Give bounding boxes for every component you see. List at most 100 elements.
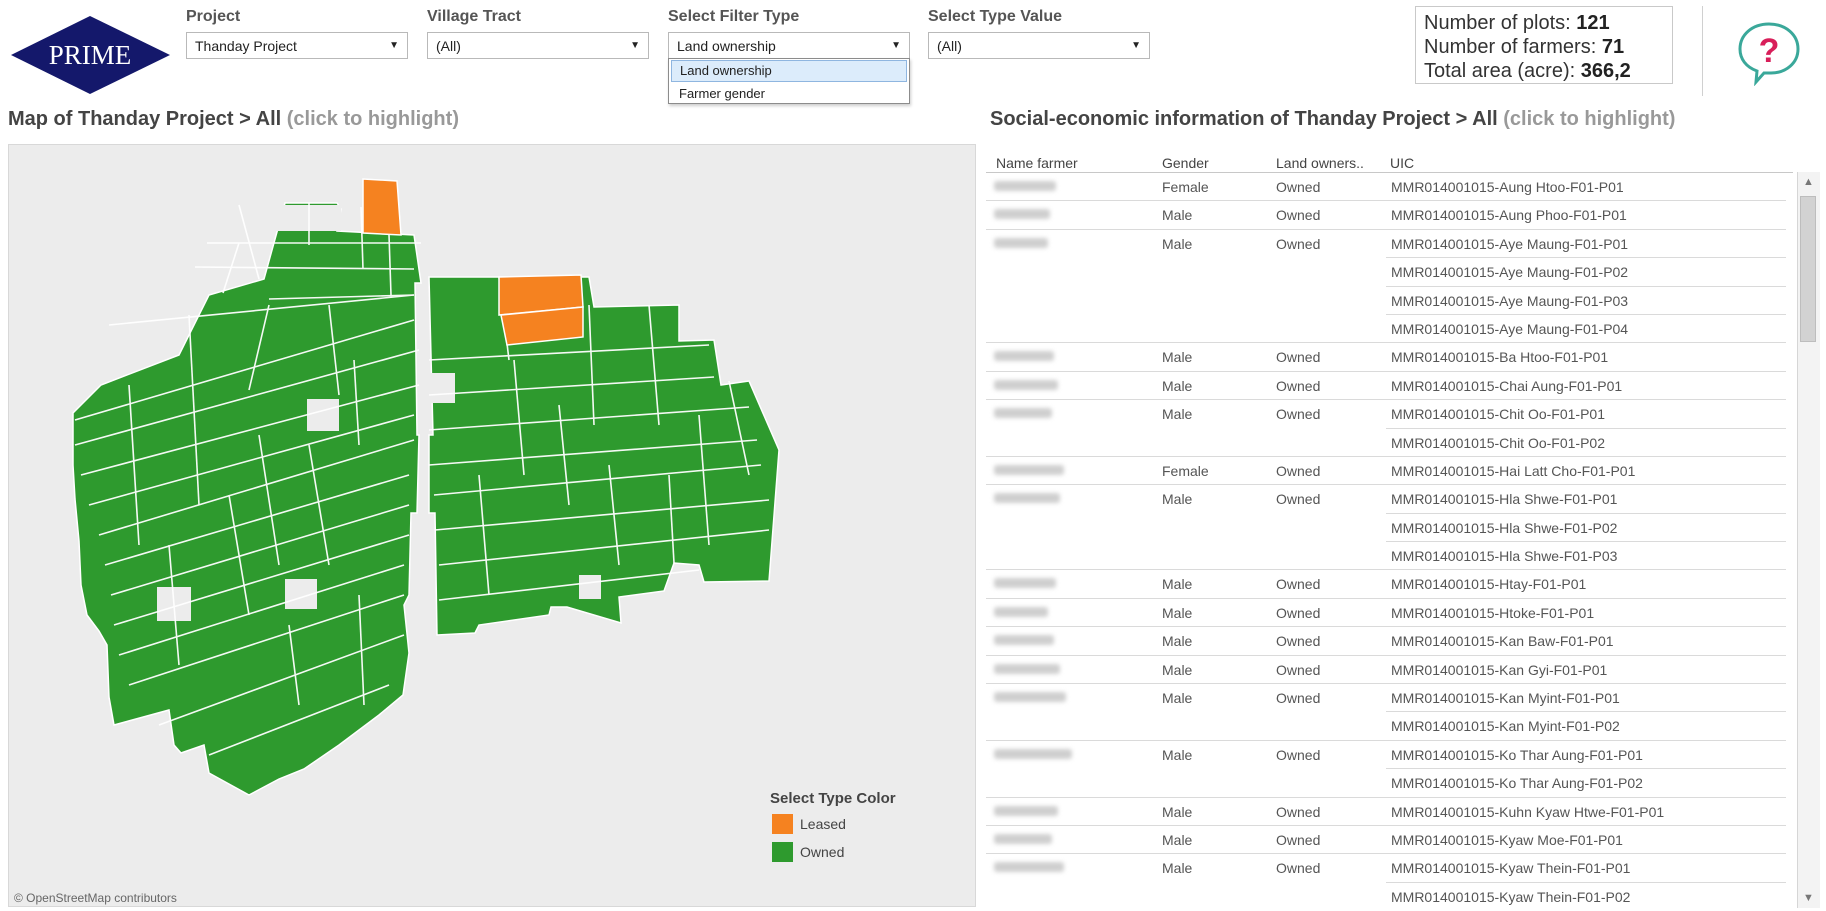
redacted-farmer-name [994, 464, 1064, 475]
redacted-farmer-name [994, 379, 1058, 390]
col-header-gender[interactable]: Gender [1162, 155, 1209, 171]
table-row[interactable]: Female Owned MMR014001015-Aung Htoo-F01-P0… [986, 173, 1793, 202]
table-row[interactable]: Male Owned MMR014001015-Aung Phoo-F01-P01 [986, 201, 1793, 230]
cell-gender: Male [1162, 604, 1193, 621]
col-header-uic[interactable]: UIC [1390, 155, 1414, 171]
table-row[interactable]: MMR014001015-Ko Thar Aung-F01-P02 [986, 769, 1793, 798]
cell-uic: MMR014001015-Aung Htoo-F01-P01 [1391, 179, 1624, 195]
table-row[interactable]: Male Owned MMR014001015-Htoke-F01-P01 [986, 599, 1793, 628]
table-row[interactable]: MMR014001015-Hla Shwe-F01-P02 [986, 514, 1793, 543]
redacted-farmer-name [994, 493, 1060, 504]
cell-gender: Male [1162, 235, 1193, 252]
cell-gender: Male [1162, 831, 1193, 848]
cell-gender: Male [1162, 690, 1193, 707]
option-land-ownership[interactable]: Land ownership [671, 60, 907, 82]
table-row[interactable]: Male Owned MMR014001015-Htay-F01-P01 [986, 570, 1793, 599]
cell-uic: MMR014001015-Chai Aung-F01-P01 [1391, 377, 1623, 394]
col-header-name[interactable]: Name farmer [996, 155, 1078, 171]
redacted-farmer-name [994, 805, 1058, 816]
filter-type-dropdown: Land ownership Farmer gender [668, 58, 910, 104]
cell-gender: Male [1162, 406, 1193, 423]
cell-uic: MMR014001015-Kyaw Thein-F01-P02 [1391, 888, 1631, 905]
cell-gender: Male [1162, 349, 1193, 366]
table-row[interactable]: Male Owned MMR014001015-Aye Maung-F01-P01 [986, 230, 1793, 259]
cell-uic: MMR014001015-Hla Shwe-F01-P02 [1391, 519, 1618, 536]
table-row[interactable]: MMR014001015-Kyaw Thein-F01-P02 [986, 883, 1793, 909]
chevron-down-icon: ▼ [389, 40, 399, 51]
type-value-select-value: (All) [937, 37, 962, 54]
table-row[interactable]: Male Owned MMR014001015-Chai Aung-F01-P01 [986, 372, 1793, 401]
table-row[interactable]: Male Owned MMR014001015-Kyaw Moe-F01-P01 [986, 826, 1793, 855]
cell-uic: MMR014001015-Htoke-F01-P01 [1391, 604, 1595, 621]
map-title: Map of Thanday Project > All (click to h… [8, 108, 459, 130]
cell-land-ownership: Owned [1276, 462, 1321, 479]
table-row[interactable]: MMR014001015-Aye Maung-F01-P04 [986, 315, 1793, 344]
cell-land-ownership: Owned [1276, 746, 1321, 763]
cell-gender: Male [1162, 576, 1193, 593]
cell-land-ownership: Owned [1276, 491, 1321, 508]
field-block-west[interactable] [72, 202, 422, 796]
chevron-down-icon: ▼ [891, 40, 901, 51]
redacted-farmer-name [994, 692, 1066, 703]
prime-logo: PRIME [11, 16, 170, 94]
stat-plots: Number of plots: 121 [1424, 12, 1610, 34]
redacted-farmer-name [994, 635, 1054, 646]
table-row[interactable]: Female Owned MMR014001015-Hai Latt Cho-F01… [986, 457, 1793, 486]
cell-uic: MMR014001015-Aung Phoo-F01-P01 [1391, 207, 1627, 224]
svg-text:?: ? [1759, 32, 1780, 70]
cell-gender: Male [1162, 207, 1193, 224]
table-row[interactable]: MMR014001015-Kan Myint-F01-P02 [986, 712, 1793, 741]
legend-swatch-owned[interactable] [772, 842, 793, 862]
village-tract-label: Village Tract [427, 8, 521, 25]
cell-uic: MMR014001015-Kuhn Kyaw Htwe-F01-P01 [1391, 803, 1665, 820]
cell-uic: MMR014001015-Hai Latt Cho-F01-P01 [1391, 462, 1636, 479]
header-divider [1702, 6, 1703, 96]
cell-uic: MMR014001015-Ko Thar Aung-F01-P01 [1391, 746, 1643, 763]
table-row[interactable]: Male Owned MMR014001015-Hla Shwe-F01-P01 [986, 485, 1793, 514]
cell-uic: MMR014001015-Htay-F01-P01 [1391, 576, 1587, 593]
table-row[interactable]: Male Owned MMR014001015-Kan Gyi-F01-P01 [986, 656, 1793, 685]
scrollbar-thumb[interactable] [1800, 196, 1816, 342]
stat-area: Total area (acre): 366,2 [1424, 60, 1631, 82]
table-row[interactable]: Male Owned MMR014001015-Ba Htoo-F01-P01 [986, 343, 1793, 372]
cell-uic: MMR014001015-Chit Oo-F01-P02 [1391, 434, 1605, 451]
cell-uic: MMR014001015-Hla Shwe-F01-P03 [1391, 548, 1618, 565]
table-row[interactable]: MMR014001015-Chit Oo-F01-P02 [986, 429, 1793, 457]
redacted-farmer-name [994, 181, 1056, 191]
legend-label-leased: Leased [800, 816, 846, 832]
cell-land-ownership: Owned [1276, 831, 1321, 848]
redacted-farmer-name [994, 833, 1052, 844]
table-row[interactable]: Male Owned MMR014001015-Kuhn Kyaw Htwe-F01… [986, 798, 1793, 826]
table-row[interactable]: MMR014001015-Hla Shwe-F01-P03 [986, 542, 1793, 571]
scroll-up-icon[interactable]: ▲ [1803, 176, 1814, 188]
project-select-value: Thanday Project [195, 37, 297, 54]
cell-uic: MMR014001015-Aye Maung-F01-P01 [1391, 235, 1629, 252]
col-header-land-ownership[interactable]: Land owners.. [1276, 155, 1364, 171]
table-row[interactable]: Male Owned MMR014001015-Kan Baw-F01-P01 [986, 627, 1793, 656]
question-bubble-icon[interactable]: ? [1736, 20, 1802, 86]
legend-swatch-leased[interactable] [772, 814, 793, 834]
scroll-down-icon[interactable]: ▼ [1803, 892, 1814, 904]
cell-uic: MMR014001015-Aye Maung-F01-P04 [1391, 320, 1629, 337]
cell-uic: MMR014001015-Kyaw Moe-F01-P01 [1391, 831, 1623, 848]
table-row[interactable]: Male Owned MMR014001015-Chit Oo-F01-P01 [986, 400, 1793, 429]
filter-type-select[interactable]: Land ownership ▼ [668, 32, 910, 59]
cell-gender: Male [1162, 746, 1193, 763]
redacted-farmer-name [994, 663, 1060, 674]
table-row[interactable]: MMR014001015-Aye Maung-F01-P02 [986, 258, 1793, 287]
stats-box: Number of plots: 121 Number of farmers: … [1415, 6, 1673, 84]
cell-land-ownership: Owned [1276, 576, 1321, 593]
table-row[interactable]: MMR014001015-Aye Maung-F01-P03 [986, 287, 1793, 315]
village-tract-select[interactable]: (All) ▼ [427, 32, 649, 59]
project-select[interactable]: Thanday Project ▼ [186, 32, 408, 59]
redacted-farmer-name [994, 606, 1048, 617]
table-row[interactable]: Male Owned MMR014001015-Kan Myint-F01-P01 [986, 684, 1793, 713]
table-row[interactable]: Male Owned MMR014001015-Ko Thar Aung-F01-P… [986, 741, 1793, 770]
cell-gender: Female [1162, 179, 1209, 195]
leased-plot[interactable] [362, 178, 402, 236]
type-value-select[interactable]: (All) ▼ [928, 32, 1150, 59]
option-farmer-gender[interactable]: Farmer gender [669, 83, 909, 105]
table-row[interactable]: Male Owned MMR014001015-Kyaw Thein-F01-P01 [986, 854, 1793, 883]
cell-gender: Male [1162, 377, 1193, 394]
farmer-table-body[interactable]: Female Owned MMR014001015-Aung Htoo-F01-P0… [986, 172, 1793, 909]
